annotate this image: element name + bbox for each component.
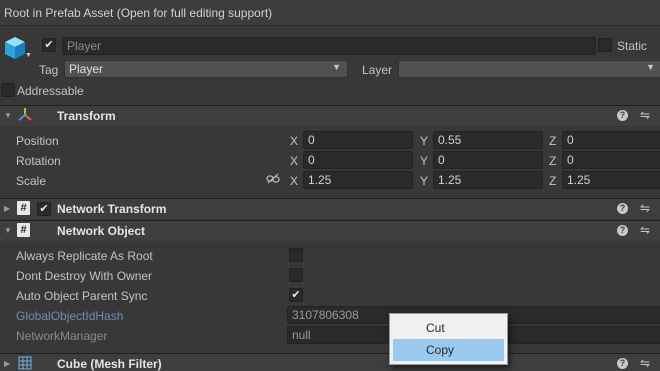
script-icon: # (17, 201, 30, 215)
x-axis-label: X (290, 154, 299, 168)
rotation-y-field[interactable]: 0 (433, 151, 543, 169)
scale-x-field[interactable]: 1.25 (303, 171, 413, 189)
static-checkbox[interactable] (598, 38, 612, 52)
presets-icon[interactable]: ⇋ (640, 356, 650, 370)
tag-value: Player (69, 62, 104, 76)
tag-label: Tag (39, 63, 59, 77)
y-axis-label: Y (420, 174, 429, 188)
chevron-down-icon: ▼ (646, 62, 655, 72)
transform-header[interactable]: ▼ Transform ? ⇋ (0, 105, 660, 126)
mesh-filter-icon (18, 356, 34, 371)
y-axis-label: Y (420, 154, 429, 168)
z-axis-label: Z (549, 134, 557, 148)
x-axis-label: X (290, 174, 299, 188)
help-icon[interactable]: ? (617, 358, 628, 369)
presets-icon[interactable]: ⇋ (640, 108, 650, 122)
foldout-arrow-icon[interactable]: ▼ (4, 226, 12, 235)
foldout-arrow-icon[interactable]: ▶ (4, 359, 10, 368)
x-axis-label: X (290, 134, 299, 148)
layer-label: Layer (362, 63, 393, 77)
tag-dropdown[interactable]: Player ▼ (64, 60, 348, 78)
scale-label: Scale (16, 174, 47, 188)
context-menu: Cut Copy (389, 313, 508, 365)
position-label: Position (16, 134, 59, 148)
position-y-field[interactable]: 0.55 (433, 131, 543, 149)
auto-parent-sync-checkbox[interactable]: ✔ (289, 288, 303, 302)
scale-y-field[interactable]: 1.25 (433, 171, 543, 189)
menu-item-cut[interactable]: Cut (393, 317, 504, 339)
network-manager-label: NetworkManager (16, 329, 108, 343)
network-object-header[interactable]: ▼ # Network Object ? ⇋ (0, 220, 660, 241)
help-icon[interactable]: ? (617, 203, 628, 214)
menu-item-copy[interactable]: Copy (393, 339, 504, 361)
addressable-checkbox[interactable] (1, 83, 15, 97)
name-field[interactable]: Player (62, 37, 596, 55)
link-icon[interactable] (266, 173, 280, 188)
chevron-down-icon: ▼ (332, 62, 341, 72)
always-replicate-label: Always Replicate As Root (16, 249, 153, 263)
network-transform-header[interactable]: ▶ # ✔ Network Transform ? ⇋ (0, 198, 660, 219)
z-axis-label: Z (549, 174, 557, 188)
help-icon[interactable]: ? (617, 225, 628, 236)
enabled-checkbox[interactable]: ✔ (37, 202, 51, 216)
always-replicate-checkbox[interactable] (289, 248, 303, 262)
help-icon[interactable]: ? (617, 110, 628, 121)
component-title: Network Object (57, 224, 146, 238)
script-icon: # (17, 223, 30, 237)
presets-icon[interactable]: ⇋ (640, 201, 650, 215)
dont-destroy-checkbox[interactable] (289, 268, 303, 282)
component-title: Transform (57, 109, 116, 123)
y-axis-label: Y (420, 134, 429, 148)
prefab-banner: Root in Prefab Asset (Open for full edit… (0, 0, 660, 26)
transform-icon (17, 107, 33, 123)
rotation-x-field[interactable]: 0 (303, 151, 413, 169)
rotation-label: Rotation (16, 154, 61, 168)
component-title: Cube (Mesh Filter) (57, 357, 162, 371)
dont-destroy-label: Dont Destroy With Owner (16, 269, 153, 283)
active-checkbox[interactable]: ✔ (42, 38, 56, 52)
presets-icon[interactable]: ⇋ (640, 223, 650, 237)
z-axis-label: Z (549, 154, 557, 168)
auto-parent-sync-label: Auto Object Parent Sync (16, 289, 148, 303)
static-label: Static (617, 39, 648, 53)
foldout-arrow-icon[interactable]: ▶ (4, 204, 10, 213)
mesh-filter-header[interactable]: ▶ Cube (Mesh Filter) ? ⇋ (0, 353, 660, 371)
gameobject-icon (4, 36, 26, 59)
layer-dropdown[interactable]: ▼ (398, 60, 660, 78)
addressable-label: Addressable (17, 84, 84, 98)
position-z-field[interactable]: 0 (562, 131, 660, 149)
foldout-arrow-icon[interactable]: ▼ (4, 111, 12, 120)
rotation-z-field[interactable]: 0 (562, 151, 660, 169)
global-object-id-label: GlobalObjectIdHash (16, 309, 124, 323)
component-title: Network Transform (57, 202, 167, 216)
gameobject-icon-dropdown[interactable]: ▼ (25, 52, 32, 59)
scale-z-field[interactable]: 1.25 (562, 171, 660, 189)
position-x-field[interactable]: 0 (303, 131, 413, 149)
